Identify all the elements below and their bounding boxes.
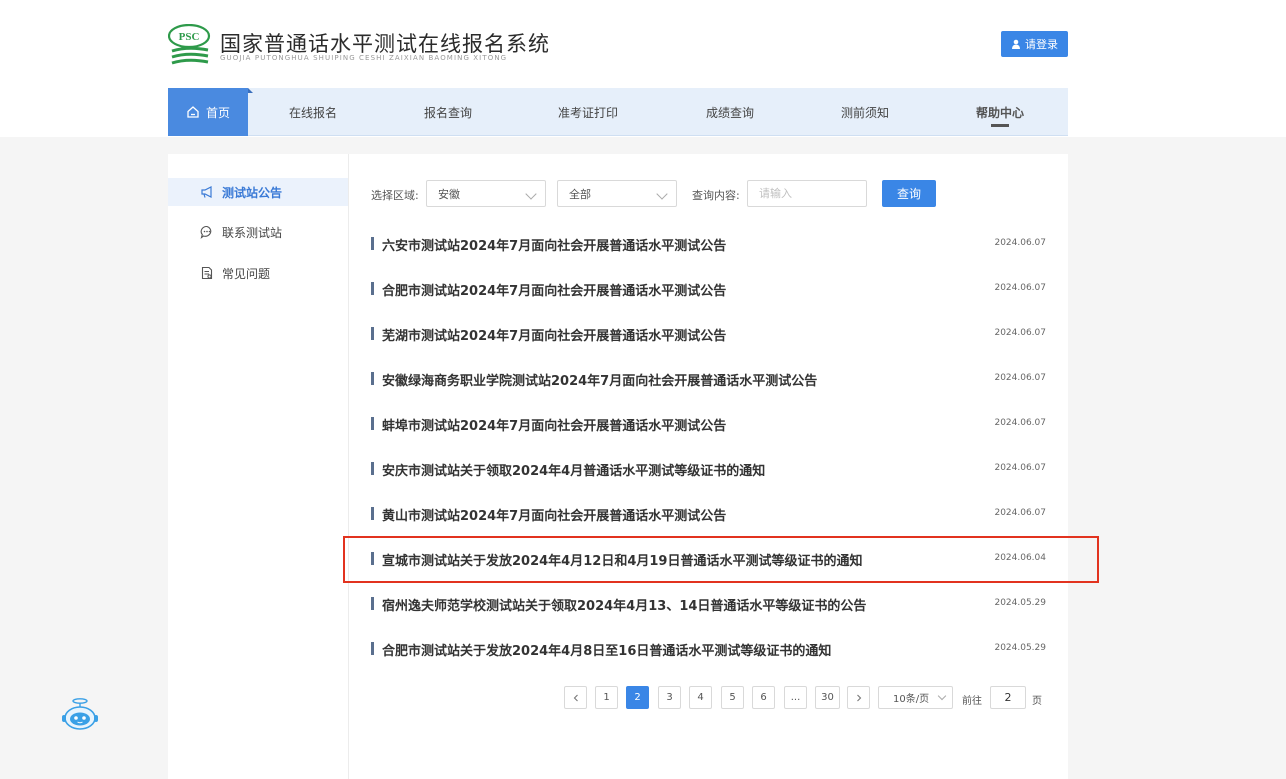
robot-assistant-icon[interactable] xyxy=(60,697,100,732)
page-button-current[interactable]: 2 xyxy=(626,686,649,709)
chevron-left-icon xyxy=(573,694,578,701)
notice-item[interactable]: 安庆市测试站关于领取2024年4月普通话水平测试等级证书的通知 2024.06.… xyxy=(371,458,1046,480)
notice-title: 安徽绿海商务职业学院测试站2024年7月面向社会开展普通话水平测试公告 xyxy=(382,374,818,389)
user-icon xyxy=(1012,39,1020,49)
site-logo[interactable]: PSC 国家普通话水平测试在线报名系统 GUOJIA PUTONGHUA SHU… xyxy=(168,24,568,66)
notice-date: 2024.06.07 xyxy=(994,373,1046,383)
chevron-right-icon xyxy=(856,694,861,701)
list-marker xyxy=(371,597,374,610)
notice-item[interactable]: 宿州逸夫师范学校测试站关于领取2024年4月13、14日普通话水平等级证书的公告… xyxy=(371,593,1046,615)
next-page-button[interactable] xyxy=(847,686,870,709)
query-label: 查询内容: xyxy=(692,189,740,202)
nav-item-home[interactable]: 首页 xyxy=(168,88,253,136)
list-marker xyxy=(371,507,374,520)
goto-prefix: 前往 xyxy=(962,696,982,707)
notice-date: 2024.06.07 xyxy=(994,418,1046,428)
list-marker xyxy=(371,237,374,250)
query-input[interactable] xyxy=(747,180,867,207)
province-select[interactable]: 安徽 xyxy=(426,180,546,207)
notice-item[interactable]: 六安市测试站2024年7月面向社会开展普通话水平测试公告 2024.06.07 xyxy=(371,233,1046,255)
notice-title: 芜湖市测试站2024年7月面向社会开展普通话水平测试公告 xyxy=(382,329,727,344)
notice-date: 2024.06.07 xyxy=(994,328,1046,338)
list-marker xyxy=(371,552,374,565)
nav-item-pre-test-notice[interactable]: 测前须知 xyxy=(810,88,920,136)
notice-title: 合肥市测试站关于发放2024年4月8日至16日普通话水平测试等级证书的通知 xyxy=(382,644,832,659)
notice-date: 2024.06.04 xyxy=(994,553,1046,563)
notice-item[interactable]: 蚌埠市测试站2024年7月面向社会开展普通话水平测试公告 2024.06.07 xyxy=(371,413,1046,435)
notice-item[interactable]: 黄山市测试站2024年7月面向社会开展普通话水平测试公告 2024.06.07 xyxy=(371,503,1046,525)
sidebar: 测试站公告 联系测试站 常见问题 xyxy=(168,154,349,779)
notice-date: 2024.06.07 xyxy=(994,463,1046,473)
notice-title: 安庆市测试站关于领取2024年4月普通话水平测试等级证书的通知 xyxy=(382,464,766,479)
notice-title: 合肥市测试站2024年7月面向社会开展普通话水平测试公告 xyxy=(382,284,727,299)
nav-item-score-query[interactable]: 成绩查询 xyxy=(675,88,785,136)
nav-item-admission-ticket[interactable]: 准考证打印 xyxy=(533,88,643,136)
megaphone-icon xyxy=(201,186,212,198)
notice-title: 蚌埠市测试站2024年7月面向社会开展普通话水平测试公告 xyxy=(382,419,727,434)
notice-date: 2024.06.07 xyxy=(994,508,1046,518)
page-size-select[interactable]: 10条/页 xyxy=(878,686,953,709)
chat-icon xyxy=(200,225,212,239)
list-marker xyxy=(371,417,374,430)
document-icon xyxy=(201,266,213,280)
notice-item-highlighted[interactable]: 宣城市测试站关于发放2024年4月12日和4月19日普通话水平测试等级证书的通知… xyxy=(371,548,1046,570)
notice-date: 2024.06.07 xyxy=(994,238,1046,248)
page-button[interactable]: 6 xyxy=(752,686,775,709)
chevron-down-icon xyxy=(525,188,537,200)
content-panel: 测试站公告 联系测试站 常见问题 选择区域: 安徽 全部 查询内容: 查询 六安… xyxy=(168,154,1068,779)
notice-item[interactable]: 合肥市测试站2024年7月面向社会开展普通话水平测试公告 2024.06.07 xyxy=(371,278,1046,300)
notice-date: 2024.05.29 xyxy=(994,643,1046,653)
sidebar-item-faq[interactable]: 常见问题 xyxy=(168,259,348,287)
notice-date: 2024.06.07 xyxy=(994,283,1046,293)
nav-item-registration-query[interactable]: 报名查询 xyxy=(393,88,503,136)
nav-item-help-center[interactable]: 帮助中心 xyxy=(945,88,1055,136)
svg-text:PSC: PSC xyxy=(179,31,200,43)
sidebar-item-notices[interactable]: 测试站公告 xyxy=(168,178,348,206)
list-marker xyxy=(371,327,374,340)
psc-logo-icon: PSC xyxy=(168,24,211,65)
login-button[interactable]: 请登录 xyxy=(1001,31,1068,57)
nav-item-online-registration[interactable]: 在线报名 xyxy=(258,88,368,136)
home-icon xyxy=(187,106,199,118)
notice-title: 宣城市测试站关于发放2024年4月12日和4月19日普通话水平测试等级证书的通知 xyxy=(382,554,863,569)
list-marker xyxy=(371,642,374,655)
city-select[interactable]: 全部 xyxy=(557,180,677,207)
sidebar-item-contact[interactable]: 联系测试站 xyxy=(168,218,348,246)
site-subtitle: GUOJIA PUTONGHUA SHUIPING CESHI ZAIXIAN … xyxy=(220,54,508,62)
notice-item[interactable]: 合肥市测试站关于发放2024年4月8日至16日普通话水平测试等级证书的通知 20… xyxy=(371,638,1046,660)
page-button[interactable]: 3 xyxy=(658,686,681,709)
list-marker xyxy=(371,282,374,295)
notice-title: 宿州逸夫师范学校测试站关于领取2024年4月13、14日普通话水平等级证书的公告 xyxy=(382,599,867,614)
goto-page-input[interactable] xyxy=(990,686,1026,709)
nav-active-indicator xyxy=(991,124,1009,127)
region-label: 选择区域: xyxy=(371,189,419,202)
notice-item[interactable]: 芜湖市测试站2024年7月面向社会开展普通话水平测试公告 2024.06.07 xyxy=(371,323,1046,345)
query-button[interactable]: 查询 xyxy=(882,180,936,207)
list-marker xyxy=(371,372,374,385)
notice-title: 黄山市测试站2024年7月面向社会开展普通话水平测试公告 xyxy=(382,509,727,524)
page-ellipsis-button[interactable]: ... xyxy=(784,686,807,709)
notice-title: 六安市测试站2024年7月面向社会开展普通话水平测试公告 xyxy=(382,239,727,254)
page-button[interactable]: 30 xyxy=(815,686,840,709)
prev-page-button[interactable] xyxy=(564,686,587,709)
list-marker xyxy=(371,462,374,475)
chevron-down-icon xyxy=(656,188,668,200)
page-button[interactable]: 4 xyxy=(689,686,712,709)
page-button[interactable]: 5 xyxy=(721,686,744,709)
goto-suffix: 页 xyxy=(1032,696,1042,707)
page-button[interactable]: 1 xyxy=(595,686,618,709)
main-nav: 首页 在线报名 报名查询 准考证打印 成绩查询 测前须知 帮助中心 xyxy=(168,88,1068,136)
notice-item[interactable]: 安徽绿海商务职业学院测试站2024年7月面向社会开展普通话水平测试公告 2024… xyxy=(371,368,1046,390)
chevron-down-icon xyxy=(937,691,947,701)
notice-date: 2024.05.29 xyxy=(994,598,1046,608)
login-label: 请登录 xyxy=(1025,38,1058,51)
